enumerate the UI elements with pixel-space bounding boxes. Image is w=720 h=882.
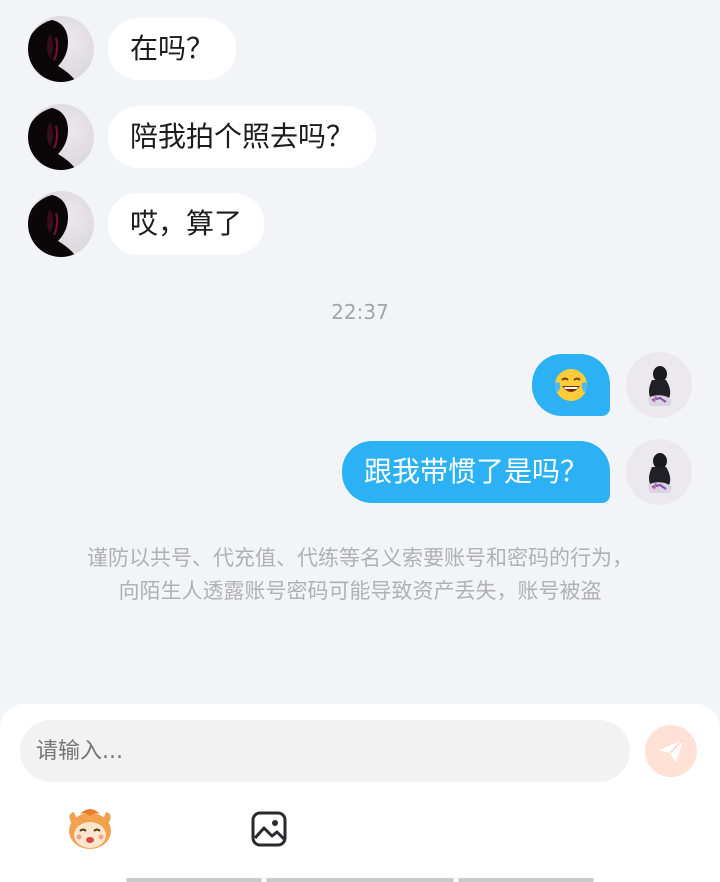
composer-panel bbox=[0, 704, 720, 882]
message-bubble[interactable]: 跟我带惯了是吗？ bbox=[341, 441, 610, 503]
user-avatar[interactable] bbox=[626, 439, 692, 505]
security-notice-line: 向陌生人透露账号密码可能导致资产丢失，账号被盗 bbox=[118, 579, 602, 603]
security-notice-line: 谨防以共号、代充值、代练等名义索要账号和密码的行为， bbox=[87, 546, 633, 570]
contact-avatar[interactable] bbox=[28, 16, 94, 82]
nav-bar-segment bbox=[126, 878, 262, 882]
message-bubble[interactable]: 哎，算了 bbox=[108, 193, 265, 255]
message-row-incoming: 陪我拍个照去吗？ bbox=[28, 104, 377, 170]
nav-bar-segment bbox=[458, 878, 594, 882]
message-input[interactable] bbox=[20, 720, 630, 782]
nav-bar-segment bbox=[266, 878, 454, 882]
user-avatar[interactable] bbox=[626, 352, 692, 418]
contact-avatar[interactable] bbox=[28, 104, 94, 170]
message-timestamp: 22:37 bbox=[331, 300, 389, 324]
sticker-mascot-icon[interactable] bbox=[64, 804, 116, 852]
send-icon bbox=[659, 739, 684, 763]
message-row-incoming: 在吗？ bbox=[28, 16, 237, 82]
chat-screen: 在吗？ 陪我拍个照去吗？ 哎，算了 22:37 跟我带惯了是吗？ 谨防以共号、代… bbox=[0, 0, 720, 882]
send-button[interactable] bbox=[645, 725, 697, 777]
contact-avatar[interactable] bbox=[28, 191, 94, 257]
message-row-outgoing: 跟我带惯了是吗？ bbox=[341, 439, 692, 505]
security-notice: 谨防以共号、代充值、代练等名义索要账号和密码的行为， 向陌生人透露账号密码可能导… bbox=[40, 542, 680, 608]
message-row-outgoing bbox=[532, 352, 692, 418]
message-row-incoming: 哎，算了 bbox=[28, 191, 265, 257]
message-bubble[interactable]: 陪我拍个照去吗？ bbox=[108, 106, 377, 168]
message-bubble[interactable]: 在吗？ bbox=[108, 18, 237, 80]
message-bubble-emoji[interactable] bbox=[532, 354, 610, 416]
face-with-tears-of-joy-icon bbox=[554, 369, 588, 401]
image-icon[interactable] bbox=[250, 810, 288, 848]
